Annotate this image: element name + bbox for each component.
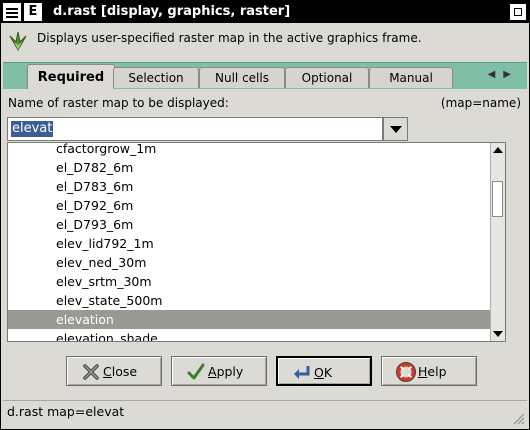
list-scrollbar[interactable] xyxy=(490,143,505,341)
raster-dropdown-list[interactable]: cfactorgrow_1m el_D782_6m el_D783_6m el_D79… xyxy=(7,142,506,342)
list-item[interactable]: el_D782_6m xyxy=(8,158,491,177)
tab-scroll-arrows[interactable]: ◀▶ xyxy=(488,69,519,80)
maximize-icon[interactable] xyxy=(509,3,527,21)
list-item[interactable]: cfactorgrow_1m xyxy=(8,143,491,158)
field-label: Name of raster map to be displayed: xyxy=(8,96,229,110)
status-bar: d.rast map=elevat xyxy=(3,400,527,427)
resize-grip-icon[interactable] xyxy=(513,413,525,425)
list-item[interactable]: el_D783_6m xyxy=(8,177,491,196)
grass-logo-icon xyxy=(9,31,27,52)
enter-arrow-icon xyxy=(294,366,310,379)
raster-map-input[interactable]: elevat xyxy=(11,121,54,137)
title-bar: E d.rast [display, graphics, raster] xyxy=(1,1,529,23)
list-item[interactable]: elev_ned_30m xyxy=(8,253,491,272)
list-item[interactable]: el_D792_6m xyxy=(8,196,491,215)
tab-required[interactable]: Required xyxy=(27,64,115,89)
checkmark-icon xyxy=(187,363,205,380)
tab-selection[interactable]: Selection xyxy=(113,67,199,88)
window-title: d.rast [display, graphics, raster] xyxy=(53,4,291,19)
list-item[interactable]: elev_lid792_1m xyxy=(8,234,491,253)
list-items: cfactorgrow_1m el_D782_6m el_D783_6m el_D79… xyxy=(8,143,491,341)
window-e-button[interactable]: E xyxy=(24,3,42,21)
tab-scroll-right-icon[interactable]: ▶ xyxy=(503,69,519,80)
close-button[interactable]: Close xyxy=(66,356,162,386)
scroll-thumb[interactable] xyxy=(492,181,503,217)
help-label: Help xyxy=(418,364,447,379)
status-text: d.rast map=elevat xyxy=(7,404,125,419)
list-item[interactable]: elevation_shade xyxy=(8,329,491,341)
apply-button[interactable]: Apply xyxy=(171,356,267,386)
help-button[interactable]: Help xyxy=(381,356,477,386)
close-label: Close xyxy=(103,364,138,379)
apply-label: Apply xyxy=(208,364,244,379)
list-item[interactable]: elevation xyxy=(8,310,491,329)
scroll-down-icon[interactable] xyxy=(493,331,503,337)
tab-bar: Required Selection Null cells Optional M… xyxy=(3,62,527,89)
module-description: Displays user-specified raster map in th… xyxy=(37,31,422,45)
window-menu-icon[interactable] xyxy=(3,3,21,21)
tab-scroll-left-icon[interactable]: ◀ xyxy=(488,69,504,80)
field-param-hint: (map=name) xyxy=(440,96,521,110)
raster-map-combo[interactable]: elevat xyxy=(7,117,383,141)
ok-button[interactable]: OK xyxy=(276,356,372,386)
combo-dropdown-button[interactable] xyxy=(383,117,408,141)
scroll-up-icon[interactable] xyxy=(493,147,503,153)
list-item[interactable]: elev_state_500m xyxy=(8,291,491,310)
module-header: Displays user-specified raster map in th… xyxy=(1,23,529,57)
lifebuoy-icon xyxy=(396,362,416,382)
tab-manual[interactable]: Manual xyxy=(369,67,453,88)
close-icon xyxy=(83,364,99,380)
list-item[interactable]: el_D793_6m xyxy=(8,215,491,234)
ok-label: OK xyxy=(314,365,333,380)
list-item[interactable]: elev_srtm_30m xyxy=(8,272,491,291)
dialog-window: E d.rast [display, graphics, raster] Dis… xyxy=(0,0,530,430)
tab-null-cells[interactable]: Null cells xyxy=(199,67,285,88)
tab-optional[interactable]: Optional xyxy=(285,67,369,88)
